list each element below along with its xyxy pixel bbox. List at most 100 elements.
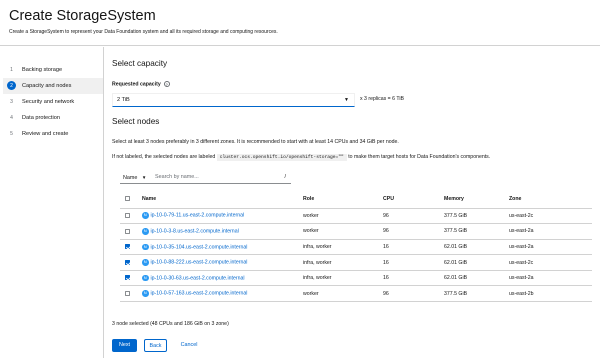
capacity-select[interactable]: 2 TiB ▼ <box>112 93 355 107</box>
node-icon: N <box>142 290 149 297</box>
replicas-note: x 3 replicas = 6 TiB <box>360 96 404 102</box>
node-icon: N <box>142 259 149 266</box>
table-row[interactable]: Nip-10-0-35-104.us-east-2.compute.intern… <box>120 239 592 256</box>
row-checkbox[interactable] <box>125 228 130 234</box>
select-all-cell <box>120 191 133 209</box>
wizard-step-review-and-create[interactable]: 5 Review and create <box>7 129 68 138</box>
back-button[interactable]: Back <box>144 339 167 352</box>
row-select-cell <box>120 254 133 271</box>
table-header-row: Name Role CPU Memory Zone <box>120 191 592 209</box>
node-role-cell: worker <box>303 208 383 225</box>
row-checkbox[interactable] <box>125 290 130 296</box>
label-note: If not labeled, the selected nodes are l… <box>112 154 490 161</box>
node-icon: N <box>142 243 149 251</box>
table-row[interactable]: Nip-10-0-79-11.us-east-2.compute.interna… <box>120 208 592 225</box>
nodes-table: Name Role CPU Memory Zone Nip-10-0-79-11… <box>120 191 592 303</box>
node-filter-toolbar: Name ▼ Search by name... / <box>120 171 291 184</box>
node-role-cell: infra, worker <box>303 254 383 271</box>
column-header-cpu[interactable]: CPU <box>383 191 444 209</box>
select-all-checkbox[interactable] <box>125 196 130 202</box>
select-capacity-heading: Select capacity <box>112 59 168 68</box>
column-header-memory[interactable]: Memory <box>444 191 509 209</box>
node-name-cell: Nip-10-0-88-222.us-east-2.compute.intern… <box>133 254 303 271</box>
node-memory-cell: 377.5 GiB <box>444 208 509 225</box>
row-select-cell <box>120 223 133 240</box>
node-name-link[interactable]: ip-10-0-30-63.us-east-2.compute.internal <box>151 275 245 281</box>
search-placeholder: Search by name... <box>155 174 199 180</box>
label-note-prefix: If not labeled, the selected nodes are l… <box>112 154 216 160</box>
step-number: 5 <box>10 130 13 137</box>
node-memory-cell: 377.5 GiB <box>444 285 509 303</box>
select-nodes-heading: Select nodes <box>112 117 160 126</box>
node-memory-cell: 62.01 GiB <box>444 239 509 256</box>
step-number: 2 <box>7 81 16 90</box>
selection-summary: 3 node selected (48 CPUs and 186 GiB on … <box>112 321 229 327</box>
step-label: Capacity and nodes <box>22 82 72 89</box>
filter-type-value: Name <box>123 175 138 181</box>
help-icon[interactable]: ? <box>163 81 170 87</box>
requested-capacity-label-text: Requested capacity <box>112 81 161 88</box>
node-name-link[interactable]: ip-10-0-57-163.us-east-2.compute.interna… <box>151 291 248 297</box>
node-cpu-cell: 96 <box>383 208 444 225</box>
node-name-link[interactable]: ip-10-0-88-222.us-east-2.compute.interna… <box>151 260 248 266</box>
next-button[interactable]: Next <box>112 339 137 352</box>
row-select-cell <box>120 285 133 303</box>
label-note-suffix: to make them target hosts for Data Found… <box>348 154 491 160</box>
step-label: Data protection <box>22 114 60 121</box>
column-header-zone[interactable]: Zone <box>509 191 592 209</box>
wizard-step-capacity-and-nodes[interactable]: 2 Capacity and nodes <box>7 81 71 90</box>
capacity-select-value: 2 TiB <box>117 97 130 103</box>
row-checkbox[interactable] <box>125 275 130 281</box>
node-name-link[interactable]: ip-10-0-79-11.us-east-2.compute.internal <box>151 213 245 219</box>
node-name-cell: Nip-10-0-3-8.us-east-2.compute.internal <box>133 223 303 240</box>
node-cpu-cell: 16 <box>383 270 444 287</box>
node-memory-cell: 62.01 GiB <box>444 270 509 287</box>
step-label: Security and network <box>22 98 75 105</box>
node-name-cell: Nip-10-0-35-104.us-east-2.compute.intern… <box>133 239 303 256</box>
node-role-cell: worker <box>303 285 383 303</box>
node-role-cell: infra, worker <box>303 239 383 256</box>
node-name-link[interactable]: ip-10-0-35-104.us-east-2.compute.interna… <box>151 244 248 250</box>
row-checkbox[interactable] <box>125 244 130 250</box>
requested-capacity-label: Requested capacity? <box>112 81 170 87</box>
table-row[interactable]: Nip-10-0-57-163.us-east-2.compute.intern… <box>120 285 592 303</box>
node-memory-cell: 377.5 GiB <box>444 223 509 240</box>
table-row[interactable]: Nip-10-0-30-63.us-east-2.compute.interna… <box>120 270 592 287</box>
step-label: Backing storage <box>22 66 63 73</box>
page-title: Create StorageSystem <box>9 8 156 24</box>
page-subtitle: Create a StorageSystem to represent your… <box>9 29 278 35</box>
search-input[interactable]: Search by name... / <box>149 171 291 184</box>
node-cpu-cell: 16 <box>383 254 444 271</box>
caret-down-icon: ▼ <box>141 175 147 180</box>
step-number: 4 <box>10 114 13 121</box>
cancel-button[interactable]: Cancel <box>177 339 201 352</box>
slash-shortcut-icon: / <box>284 174 287 180</box>
node-zone-cell: us-east-2c <box>509 254 592 271</box>
filter-type-select[interactable]: Name ▼ <box>120 171 149 184</box>
row-select-cell <box>120 208 133 225</box>
table-row[interactable]: Nip-10-0-88-222.us-east-2.compute.intern… <box>120 254 592 271</box>
caret-down-icon: ▼ <box>344 97 349 103</box>
table-row[interactable]: Nip-10-0-3-8.us-east-2.compute.internal w… <box>120 223 592 240</box>
node-icon: N <box>142 212 149 219</box>
row-checkbox[interactable] <box>125 212 130 218</box>
node-icon: N <box>142 274 149 282</box>
row-checkbox[interactable] <box>125 259 130 265</box>
node-role-cell: worker <box>303 223 383 240</box>
row-select-cell <box>120 239 133 256</box>
wizard-step-data-protection[interactable]: 4 Data protection <box>7 113 60 122</box>
node-memory-cell: 62.01 GiB <box>444 254 509 271</box>
wizard-step-backing-storage[interactable]: 1 Backing storage <box>7 65 62 74</box>
node-zone-cell: us-east-2b <box>509 285 592 303</box>
node-icon: N <box>142 228 149 235</box>
node-name-link[interactable]: ip-10-0-3-8.us-east-2.compute.internal <box>151 229 239 235</box>
row-select-cell <box>120 270 133 287</box>
node-zone-cell: us-east-2c <box>509 208 592 225</box>
node-cpu-cell: 96 <box>383 285 444 303</box>
wizard-step-security-and-network[interactable]: 3 Security and network <box>7 97 74 106</box>
node-name-cell: Nip-10-0-79-11.us-east-2.compute.interna… <box>133 208 303 225</box>
node-name-cell: Nip-10-0-30-63.us-east-2.compute.interna… <box>133 270 303 287</box>
column-header-role[interactable]: Role <box>303 191 383 209</box>
column-header-name[interactable]: Name <box>133 191 303 209</box>
step-label: Review and create <box>22 130 69 137</box>
